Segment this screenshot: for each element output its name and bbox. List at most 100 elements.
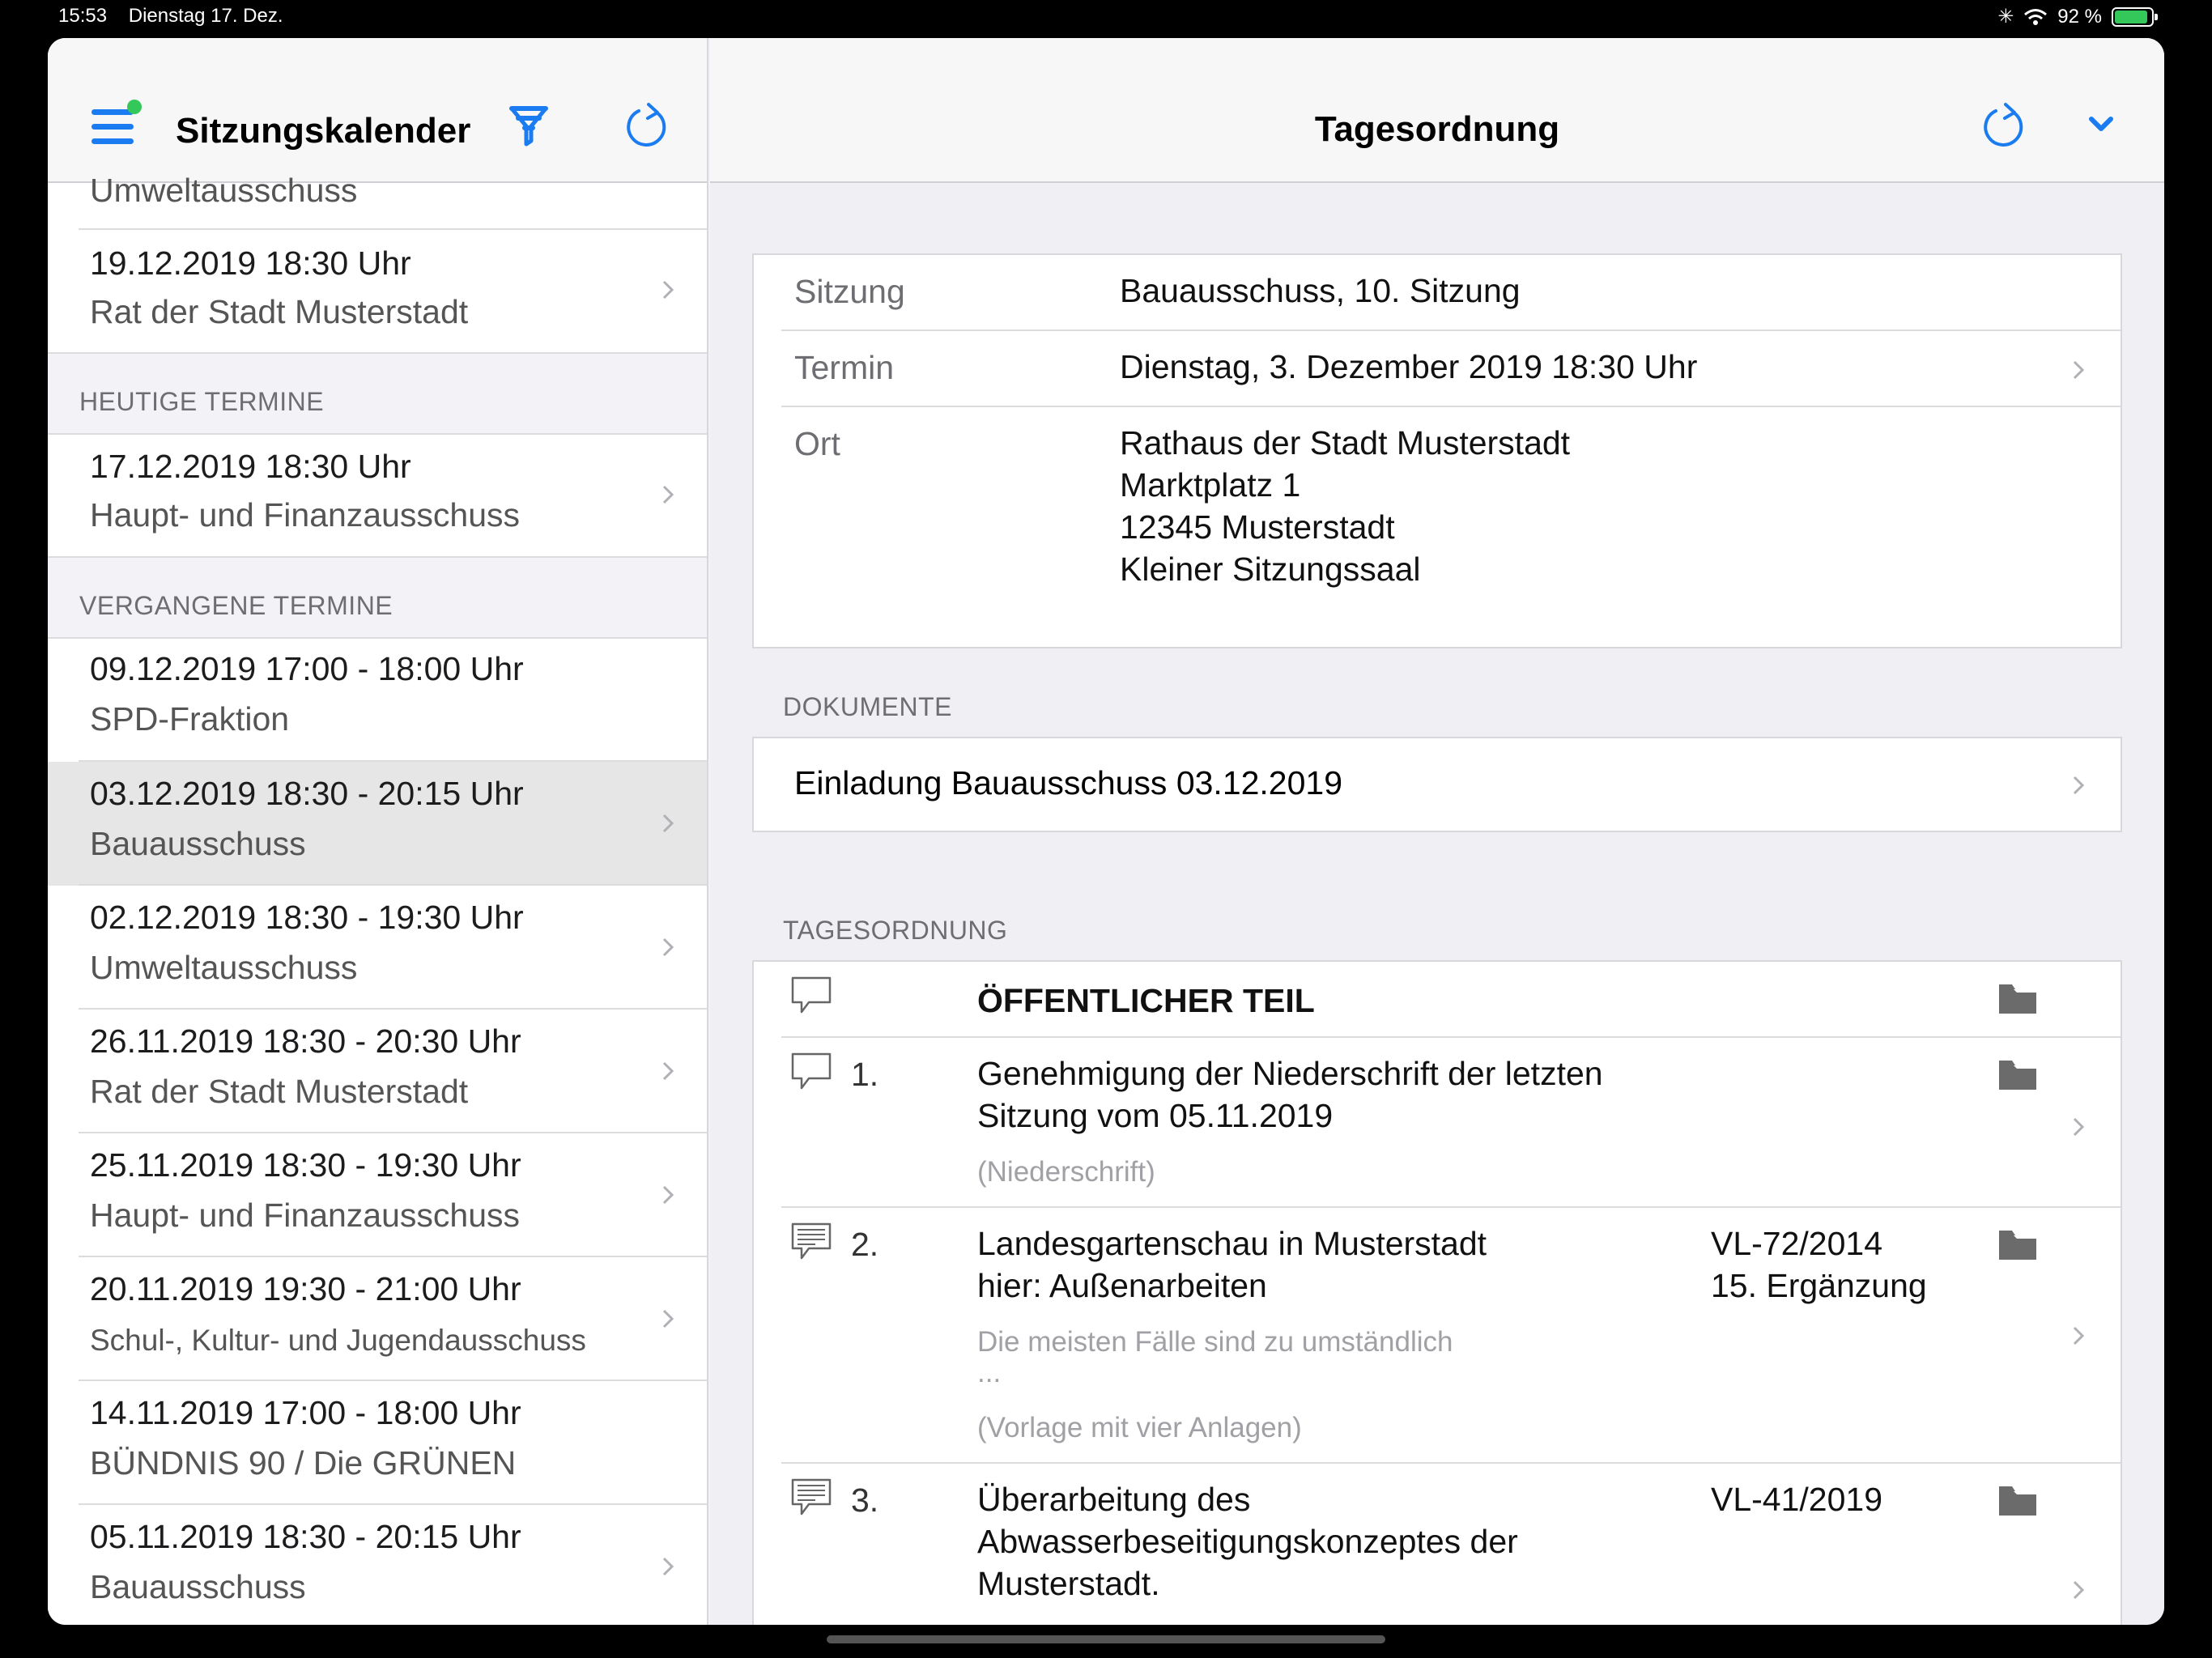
agenda-item-header[interactable]: ÖFFENTLICHER TEIL xyxy=(754,962,2121,1038)
text-bubble-icon xyxy=(791,1478,832,1516)
menu-icon[interactable] xyxy=(91,100,142,147)
agenda-item-note: (Vorlage mit vier Anlagen) xyxy=(977,1412,1302,1443)
agenda-item-note: ... xyxy=(977,1357,1002,1388)
info-value: Bauausschuss, 10. Sitzung xyxy=(1120,272,1521,309)
agenda-title-line: hier: Außenarbeiten xyxy=(977,1267,1267,1304)
list-item[interactable]: 09.12.2019 17:00 - 18:00 Uhr SPD-Fraktio… xyxy=(48,639,707,762)
list-item[interactable]: 05.11.2019 18:30 - 20:15 Uhr Bauausschus… xyxy=(48,1505,707,1625)
list-item-subtitle: Bauausschuss xyxy=(90,825,306,862)
chevron-right-icon xyxy=(662,280,674,300)
list-item-date: 14.11.2019 17:00 - 18:00 Uhr xyxy=(90,1394,521,1431)
chevron-right-icon xyxy=(2073,1580,2085,1600)
agenda-item-title: ÖFFENTLICHER TEIL xyxy=(977,982,1315,1019)
chevron-right-icon xyxy=(2073,1117,2085,1137)
agenda-item[interactable]: 2. Landesgartenschau in Musterstadt hier… xyxy=(754,1208,2121,1464)
list-item-subtitle: Umweltausschuss xyxy=(90,172,358,209)
text-bubble-icon xyxy=(791,1222,832,1260)
list-item[interactable]: 25.11.2019 18:30 - 19:30 Uhr Haupt- und … xyxy=(48,1133,707,1257)
battery-percent: 92 % xyxy=(2057,5,2102,28)
agenda-title-line: Genehmigung der Niederschrift der letzte… xyxy=(977,1055,1603,1092)
activity-icon: ✳ xyxy=(1997,6,2014,28)
speech-bubble-icon xyxy=(791,1052,832,1090)
address-line: Rathaus der Stadt Musterstadt xyxy=(1120,424,1571,461)
document-title: Einladung Bauausschuss 03.12.2019 xyxy=(794,764,1343,801)
agenda-item[interactable]: 1. Genehmigung der Niederschrift der let… xyxy=(754,1038,2121,1208)
agenda-item-note: Die meisten Fälle sind zu umständlich xyxy=(977,1326,1453,1358)
folder-icon[interactable] xyxy=(1999,1231,2036,1260)
chevron-right-icon xyxy=(662,1061,674,1081)
list-item[interactable]: 20.11.2019 19:30 - 21:00 Uhr Schul-, Kul… xyxy=(48,1257,707,1381)
list-item-date: 25.11.2019 18:30 - 19:30 Uhr xyxy=(90,1146,521,1184)
info-value: Dienstag, 3. Dezember 2019 18:30 Uhr xyxy=(1120,348,1698,385)
meeting-calendar-panel: Sitzungskalender Umweltausschuss 19.12.2… xyxy=(48,38,708,1625)
agenda-item-reference: VL-72/2014 15. Ergänzung xyxy=(1711,1222,1927,1307)
wifi-icon xyxy=(2024,8,2048,25)
chevron-right-icon xyxy=(662,1557,674,1576)
list-item[interactable]: 19.12.2019 18:30 Uhr Rat der Stadt Muste… xyxy=(48,230,707,352)
document-row[interactable]: Einladung Bauausschuss 03.12.2019 xyxy=(752,737,2122,832)
app-window: Sitzungskalender Umweltausschuss 19.12.2… xyxy=(48,38,2164,1625)
agenda-item-title: Überarbeitung des Abwasserbeseitigungsko… xyxy=(977,1478,1518,1605)
status-bar: 15:53 Dienstag 17. Dez. ✳ 92 % xyxy=(0,0,2212,37)
folder-icon[interactable] xyxy=(1999,1486,2036,1516)
list-item-subtitle: Schul-, Kultur- und Jugendausschuss xyxy=(90,1324,586,1357)
info-value-address: Rathaus der Stadt Musterstadt Marktplatz… xyxy=(1120,422,1570,590)
chevron-right-icon xyxy=(662,485,674,504)
agenda-title-line: Landesgartenschau in Musterstadt xyxy=(977,1225,1487,1262)
list-item-date: 26.11.2019 18:30 - 20:30 Uhr xyxy=(90,1022,521,1060)
list-item[interactable]: 17.12.2019 18:30 Uhr Haupt- und Finanzau… xyxy=(48,435,707,556)
agenda-item-title: Genehmigung der Niederschrift der letzte… xyxy=(977,1052,1603,1137)
filter-icon[interactable] xyxy=(506,103,551,148)
list-item-subtitle: Rat der Stadt Musterstadt xyxy=(90,1073,469,1110)
agenda-item-number: 3. xyxy=(851,1482,879,1519)
speech-bubble-icon xyxy=(791,976,832,1014)
list-item[interactable]: 02.12.2019 18:30 - 19:30 Uhr Umweltaussc… xyxy=(48,886,707,1010)
list-item-selected[interactable]: 03.12.2019 18:30 - 20:15 Uhr Bauausschus… xyxy=(48,762,707,886)
folder-icon[interactable] xyxy=(1999,984,2036,1014)
list-item-date: 09.12.2019 17:00 - 18:00 Uhr xyxy=(90,650,524,687)
list-item[interactable]: 26.11.2019 18:30 - 20:30 Uhr Rat der Sta… xyxy=(48,1010,707,1133)
master-title: Sitzungskalender xyxy=(176,111,471,151)
folder-icon[interactable] xyxy=(1999,1061,2036,1090)
refresh-icon[interactable] xyxy=(1980,101,2028,150)
home-indicator[interactable] xyxy=(827,1635,1385,1643)
agenda-title-line: Sitzung vom 05.11.2019 xyxy=(977,1097,1334,1134)
list-item-date: 17.12.2019 18:30 Uhr xyxy=(90,448,411,485)
info-row-termin[interactable]: Termin Dienstag, 3. Dezember 2019 18:30 … xyxy=(754,331,2121,407)
status-date: Dienstag 17. Dez. xyxy=(128,5,283,27)
battery-icon xyxy=(2112,6,2158,27)
list-item-partial[interactable]: Umweltausschuss xyxy=(48,172,707,230)
list-item-subtitle: SPD-Fraktion xyxy=(90,700,290,738)
agenda-title-line: Musterstadt. xyxy=(977,1565,1160,1602)
section-header-today: HEUTIGE TERMINE xyxy=(48,352,707,435)
agenda-item-note: (Niederschrift) xyxy=(977,1156,1155,1188)
chevron-right-icon xyxy=(2073,776,2085,795)
master-navbar: Sitzungskalender xyxy=(48,38,707,183)
refresh-icon[interactable] xyxy=(623,101,671,150)
list-item-date: 03.12.2019 18:30 - 20:15 Uhr xyxy=(90,775,524,812)
info-label: Termin xyxy=(794,349,895,386)
agenda-item[interactable]: 3. Überarbeitung des Abwasserbeseitigung… xyxy=(754,1464,2121,1625)
info-row-sitzung: Sitzung Bauausschuss, 10. Sitzung xyxy=(754,255,2121,331)
chevron-right-icon xyxy=(662,1309,674,1329)
section-header-label: VERGANGENE TERMINE xyxy=(79,591,393,620)
list-item-subtitle: Rat der Stadt Musterstadt xyxy=(90,293,469,330)
agenda-detail-panel: Tagesordnung Sitzung Bauausschuss, 10. S… xyxy=(710,38,2164,1625)
notification-badge xyxy=(127,100,142,114)
address-line: Marktplatz 1 xyxy=(1120,466,1301,504)
section-header-agenda: TAGESORDNUNG xyxy=(783,916,1008,945)
chevron-right-icon xyxy=(2073,1326,2085,1346)
chevron-right-icon xyxy=(662,937,674,957)
status-time: 15:53 xyxy=(58,5,108,27)
meeting-info-card: Sitzung Bauausschuss, 10. Sitzung Termin… xyxy=(752,253,2122,648)
chevron-right-icon xyxy=(2073,360,2085,380)
section-header-past: VERGANGENE TERMINE xyxy=(48,556,707,639)
list-item-date: 20.11.2019 19:30 - 21:00 Uhr xyxy=(90,1270,521,1307)
chevron-right-icon xyxy=(662,814,674,833)
agenda-item-number: 2. xyxy=(851,1226,879,1263)
list-item[interactable]: 14.11.2019 17:00 - 18:00 Uhr BÜNDNIS 90 … xyxy=(48,1381,707,1505)
chevron-right-icon xyxy=(662,1185,674,1205)
agenda-list: ÖFFENTLICHER TEIL 1. Genehmigung der Nie… xyxy=(752,960,2122,1625)
chevron-down-icon[interactable] xyxy=(2087,113,2116,137)
section-header-label: HEUTIGE TERMINE xyxy=(79,387,325,416)
